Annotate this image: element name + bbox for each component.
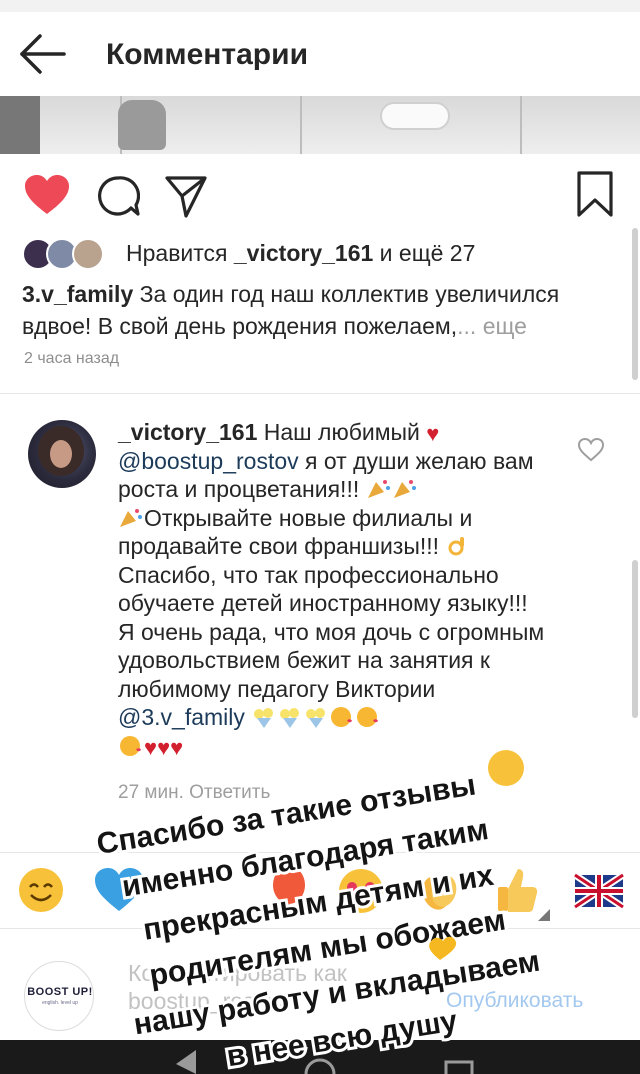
comment-item: _victory_161 Наш любимый ♥ @boostup_rost…	[0, 412, 640, 852]
comment-meta[interactable]: 27 мин. Ответить	[118, 782, 270, 804]
page-title: Комментарии	[106, 38, 309, 71]
red-heart-emoji: ♥	[157, 734, 171, 760]
corner-indicator-icon	[538, 909, 550, 921]
emoji-uk-flag-button[interactable]	[572, 863, 626, 917]
system-nav-icons	[176, 1050, 474, 1074]
comment-part: Спасибо, что так профессионально обучает…	[118, 561, 528, 617]
heart-eyes-icon	[339, 869, 383, 913]
likes-summary: Нравится _victory_161 и ещё 27	[126, 240, 475, 267]
caption-more-link[interactable]: ... еще	[457, 313, 527, 339]
bookmark-icon	[577, 171, 613, 217]
comment-like-button[interactable]	[577, 437, 605, 462]
divider	[0, 393, 640, 394]
liker-avatars	[22, 236, 112, 272]
like-outline-icon	[577, 437, 605, 462]
emoji-thumbs-up-button[interactable]	[490, 863, 544, 917]
heart-icon	[25, 175, 69, 214]
caption-author[interactable]: 3.v_family	[22, 281, 133, 307]
photo-shoe	[380, 102, 450, 130]
like-button[interactable]	[24, 174, 70, 221]
floor-tile-line	[520, 96, 522, 154]
likes-row[interactable]: Нравится _victory_161 и ещё 27	[22, 236, 622, 272]
comment-part: Открывайте новые филиалы и продавайте св…	[118, 504, 473, 560]
bouquet-icon	[306, 708, 326, 728]
nav-home-icon[interactable]	[304, 1058, 336, 1074]
back-button[interactable]	[18, 34, 68, 74]
avatar: BOOST UP! english. level up	[24, 961, 94, 1031]
kiss-face-icon	[357, 707, 379, 727]
emoji-quick-bar	[0, 852, 640, 928]
blue-heart-icon	[95, 868, 143, 911]
bouquet-icon	[254, 708, 274, 728]
emoji-balloon-button[interactable]	[262, 863, 316, 917]
publish-button[interactable]: Опубликовать	[446, 989, 583, 1013]
uk-flag-icon	[573, 872, 625, 910]
emoji-blue-heart-button[interactable]	[92, 863, 146, 917]
kiss-face-icon	[331, 707, 353, 727]
comment-input[interactable]: Комментировать как boostup_rostov...	[128, 959, 418, 1015]
top-app-bar: Комментарии	[0, 12, 640, 98]
thumbs-up-icon	[498, 869, 538, 912]
red-heart-emoji: ♥	[426, 421, 440, 446]
liker-username[interactable]: _victory_161	[234, 240, 373, 266]
back-arrow-icon	[20, 34, 66, 74]
brand-logo-subtitle: english. level up	[42, 1000, 78, 1006]
avatar-face	[50, 440, 72, 468]
comment-text: _victory_161 Наш любимый ♥ @boostup_rost…	[118, 418, 548, 760]
status-bar	[0, 0, 640, 12]
mention-link[interactable]: @3.v_family	[118, 704, 245, 730]
party-popper-icon	[367, 480, 390, 498]
comment-button[interactable]	[96, 174, 141, 223]
party-popper-icon	[393, 480, 416, 498]
scrollbar[interactable]	[632, 228, 638, 380]
smile-icon	[19, 868, 63, 912]
avatar	[72, 238, 104, 270]
balloon-icon	[273, 866, 305, 917]
likes-suffix: и ещё 27	[373, 240, 476, 266]
comment-icon	[98, 176, 141, 216]
bouquet-icon	[280, 708, 300, 728]
avatar[interactable]	[28, 420, 96, 488]
share-button[interactable]	[164, 174, 208, 223]
emoji-clap-button[interactable]	[412, 863, 466, 917]
comment-author[interactable]: _victory_161	[118, 419, 257, 445]
comment-part: Наш любимый	[257, 419, 427, 445]
emoji-smile-button[interactable]	[14, 863, 68, 917]
post-actions	[0, 166, 640, 222]
likes-prefix: Нравится	[126, 240, 234, 266]
brand-logo-text: BOOST UP!	[27, 986, 93, 998]
ok-hand-icon	[448, 537, 465, 556]
post-photo[interactable]	[0, 96, 640, 154]
red-heart-emoji: ♥	[170, 734, 184, 760]
floor-tile-line	[300, 96, 302, 154]
red-heart-emoji: ♥	[144, 734, 158, 760]
photo-shoe	[118, 100, 166, 150]
emoji-heart-eyes-button[interactable]	[334, 863, 388, 917]
mention-link[interactable]: @boostup_rostov	[118, 448, 299, 474]
post-caption: 3.v_family За один год наш коллектив уве…	[22, 278, 612, 342]
photo-shadow	[0, 96, 40, 154]
clap-icon	[422, 875, 457, 910]
nav-recents-icon[interactable]	[444, 1060, 474, 1074]
post-timestamp: 2 часа назад	[24, 350, 120, 367]
party-popper-icon	[120, 508, 142, 527]
comment-composer: BOOST UP! english. level up Комментирова…	[0, 928, 640, 1040]
kiss-face-icon	[120, 735, 141, 756]
nav-back-icon[interactable]	[176, 1050, 196, 1074]
share-icon	[165, 176, 207, 218]
comment-part: Я очень рада, что моя дочь с огромным уд…	[118, 618, 545, 702]
save-button[interactable]	[576, 170, 614, 223]
system-nav-bar	[0, 1040, 640, 1074]
